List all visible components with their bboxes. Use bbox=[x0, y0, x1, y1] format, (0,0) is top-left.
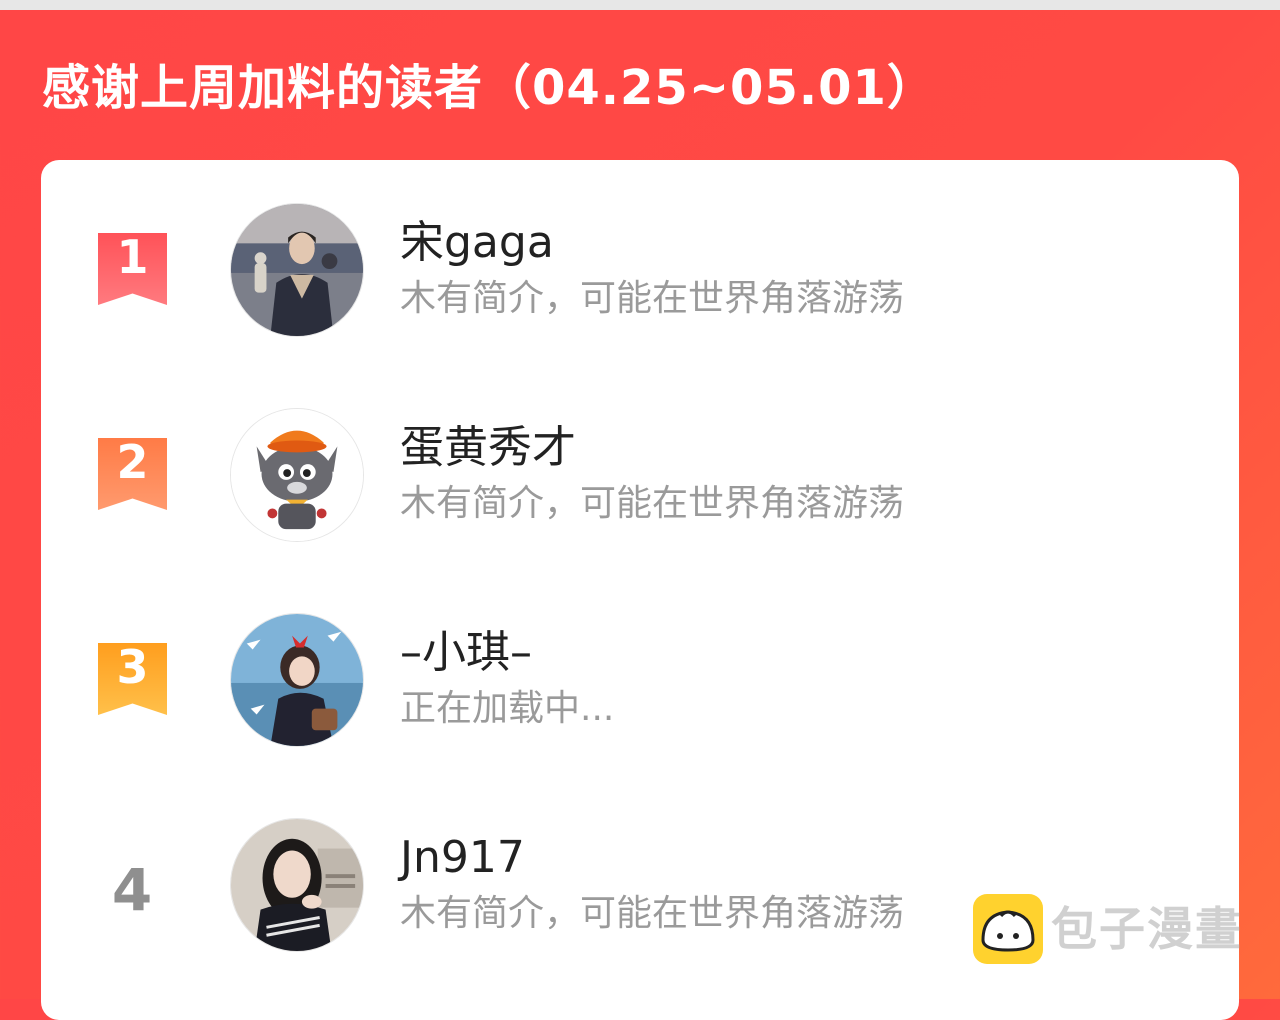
cartoon-wolf-icon bbox=[231, 409, 363, 541]
avatar[interactable] bbox=[230, 203, 364, 337]
reader-bio: 正在加载中... bbox=[400, 688, 615, 729]
avatar[interactable] bbox=[230, 613, 364, 747]
list-item[interactable]: 1 宋gaga 木有简介，可能在世界角落游荡 bbox=[41, 203, 1239, 363]
bun-icon bbox=[973, 894, 1043, 964]
avatar[interactable] bbox=[230, 818, 364, 952]
reader-bio: 木有简介，可能在世界角落游荡 bbox=[400, 893, 905, 934]
reader-name[interactable]: 宋gaga bbox=[400, 215, 554, 271]
watermark: 包子漫畫 bbox=[973, 894, 1263, 966]
reader-name[interactable]: –小琪– bbox=[400, 625, 532, 681]
anime-girl-icon bbox=[231, 614, 363, 746]
rank-ribbon-badge: 1 bbox=[98, 233, 167, 305]
rank-number: 4 bbox=[111, 856, 153, 924]
list-item[interactable]: 3 –小琪– 正在加载中... bbox=[41, 613, 1239, 773]
reader-name[interactable]: 蛋黄秀才 bbox=[400, 420, 576, 476]
reader-list: 1 宋gaga 木有简介，可能在世界角落游荡 2 蛋黄秀才 木有简介，可能在世界… bbox=[41, 160, 1239, 1020]
reader-bio: 木有简介，可能在世界角落游荡 bbox=[400, 483, 905, 524]
rank-ribbon-badge: 2 bbox=[98, 438, 167, 510]
reader-name[interactable]: Jn917 bbox=[400, 830, 525, 886]
photo-avatar-icon bbox=[231, 204, 363, 336]
page-title: 感谢上周加料的读者（04.25~05.01） bbox=[42, 60, 936, 116]
watermark-text: 包子漫畫 bbox=[1051, 902, 1243, 956]
avatar[interactable] bbox=[230, 408, 364, 542]
rank-ribbon-badge: 3 bbox=[98, 643, 167, 715]
photo-avatar-icon bbox=[231, 819, 363, 951]
list-item[interactable]: 2 蛋黄秀才 木有简介，可能在世界角落游荡 bbox=[41, 408, 1239, 568]
reader-bio: 木有简介，可能在世界角落游荡 bbox=[400, 278, 905, 319]
top-divider bbox=[0, 0, 1280, 10]
